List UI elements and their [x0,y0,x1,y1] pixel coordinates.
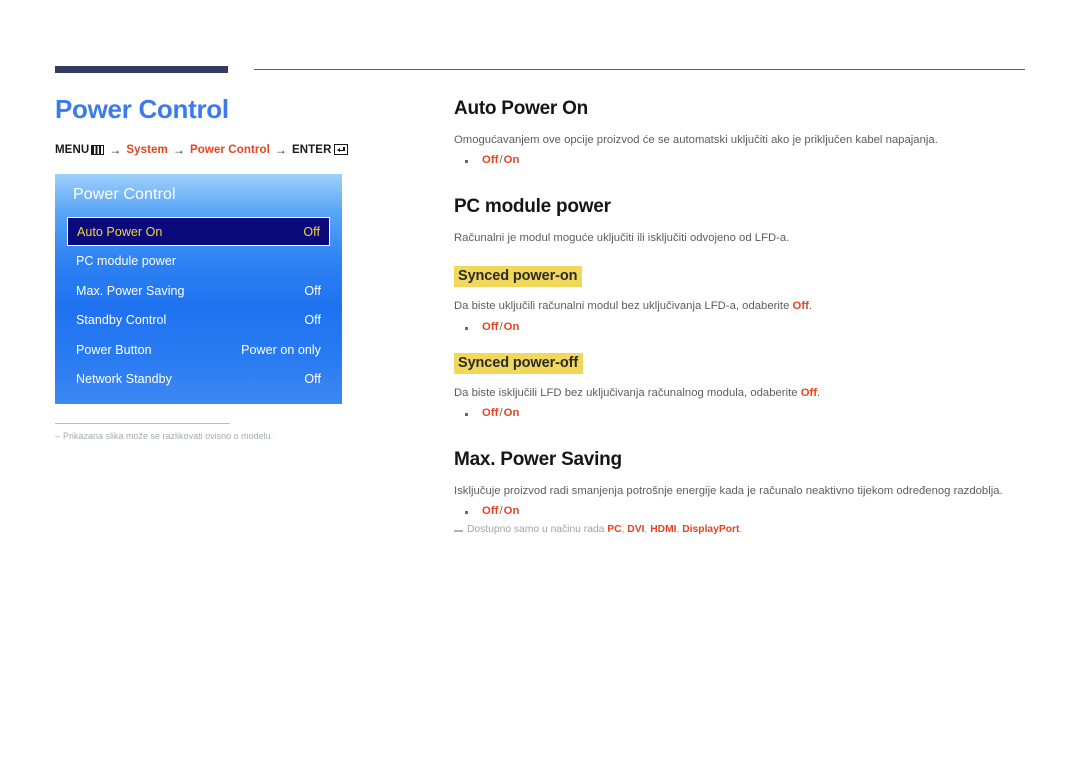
note-text: Dostupno samo u načinu rada PC, DVI, HDM… [467,524,742,535]
body-emphasis: Off [792,300,809,313]
option-on: On [503,505,520,518]
option-off: Off [482,407,499,420]
osd-row-pc-module-power[interactable]: PC module power [67,246,330,276]
body-pre: Da biste uključili računalni modul bez u… [454,300,793,313]
section-body-pc-module-power: Računalni je modul moguće uključiti ili … [454,231,790,244]
option-list-max-power-saving: Off/On [454,505,1029,517]
breadcrumb-arrow-3: → [274,142,287,157]
right-column: Auto Power On Omogućavanjem ove opcije p… [454,98,1029,535]
option-on: On [503,407,520,420]
body-post: . [808,300,813,313]
note-dash-icon [454,530,463,532]
option-values: Off/On [482,321,519,333]
osd-footnote: – Prikazana slika može se razlikovati ovi… [55,422,273,443]
osd-row-value: Off [304,283,321,298]
osd-row-value: Off [304,372,321,387]
body-post: . [817,386,821,399]
note-mode-dvi: DVI [627,524,645,536]
option-off: Off [482,320,499,333]
note-post: . [739,524,743,536]
subheading-synced-power-off: Synced power-off [454,352,584,374]
section-body-synced-power-off: Da biste isključili LFD bez uključivanja… [454,385,1029,401]
breadcrumb: MENU → System → Power Control → ENTER [55,143,405,157]
osd-row-label: Auto Power On [77,224,163,239]
option-list-synced-power-off: Off/On [454,407,1029,419]
enter-return-icon [334,144,349,156]
note-max-power-saving: Dostupno samo u načinu rada PC, DVI, HDM… [454,524,1029,535]
option-values: Off/On [482,407,519,419]
osd-footnote-text: – Prikazana slika može se razlikovati ovi… [55,430,273,443]
osd-row-label: Max. Power Saving [76,283,185,298]
option-values: Off/On [482,505,519,517]
section-title-pc-module-power: PC module power [454,196,611,218]
bullet-dot-icon [465,511,468,515]
osd-row-label: PC module power [76,254,177,269]
header-rule [55,66,1025,74]
osd-row-value: Power on only [241,342,321,357]
bullet-dot-icon [465,160,468,164]
header-rule-thin [254,69,1025,71]
osd-row-power-button[interactable]: Power Button Power on only [67,335,330,365]
note-mode-displayport: DisplayPort [682,524,740,536]
option-values: Off/On [482,154,519,166]
note-pre: Dostupno samo u načinu rada [467,524,608,536]
osd-row-label: Power Button [76,342,152,357]
option-list-synced-power-on: Off/On [454,321,1029,333]
osd-row-auto-power-on[interactable]: Auto Power On Off [67,216,330,247]
option-on: On [503,154,520,167]
document-page: Power Control MENU → System → Power Cont… [0,0,1080,763]
page-title: Power Control [55,94,229,124]
section-title-max-power-saving: Max. Power Saving [454,449,622,471]
bullet-dot-icon [465,413,468,417]
osd-row-value: Off [303,224,320,239]
osd-footnote-rule [55,422,230,424]
breadcrumb-enter-label: ENTER [292,143,332,156]
osd-row-label: Network Standby [76,372,172,387]
body-emphasis: Off [800,386,818,399]
note-mode-pc: PC [607,524,622,536]
section-title-auto-power-on: Auto Power On [454,98,588,119]
menu-bars-icon [91,144,105,155]
osd-title: Power Control [73,185,176,203]
breadcrumb-arrow-1: → [109,142,122,157]
osd-row-max-power-saving[interactable]: Max. Power Saving Off [67,276,330,306]
breadcrumb-menu-label: MENU [55,143,90,156]
body-pre: Da biste isključili LFD bez uključivanja… [454,386,801,399]
bullet-dot-icon [465,326,468,330]
osd-row-standby-control[interactable]: Standby Control Off [67,305,330,335]
osd-row-network-standby[interactable]: Network Standby Off [67,364,330,394]
breadcrumb-item-power-control[interactable]: Power Control [190,144,270,156]
breadcrumb-arrow-2: → [172,142,185,157]
left-column: Power Control MENU → System → Power Cont… [55,94,405,443]
header-rule-thick [55,66,228,73]
subheading-synced-power-on: Synced power-on [454,266,583,288]
section-body-synced-power-on: Da biste uključili računalni modul bez u… [454,298,1029,314]
osd-footnote-dash: – [55,430,61,441]
osd-row-label: Standby Control [76,313,167,328]
section-body-max-power-saving: Isključuje proizvod radi smanjenja potro… [454,484,1003,497]
option-on: On [503,320,520,333]
section-body-auto-power-on: Omogućavanjem ove opcije proizvod će se … [454,133,938,146]
osd-menu-list: Auto Power On Off PC module power Max. P… [67,216,330,394]
osd-menu-panel: Power Control Auto Power On Off PC modul… [55,173,342,404]
breadcrumb-item-system[interactable]: System [126,144,168,156]
option-off: Off [482,154,499,167]
option-off: Off [482,505,499,518]
option-list-auto-power-on: Off/On [454,154,1029,166]
osd-row-value: Off [304,313,321,328]
osd-footnote-body: Prikazana slika može se razlikovati ovis… [63,430,274,441]
note-mode-hdmi: HDMI [650,524,677,536]
